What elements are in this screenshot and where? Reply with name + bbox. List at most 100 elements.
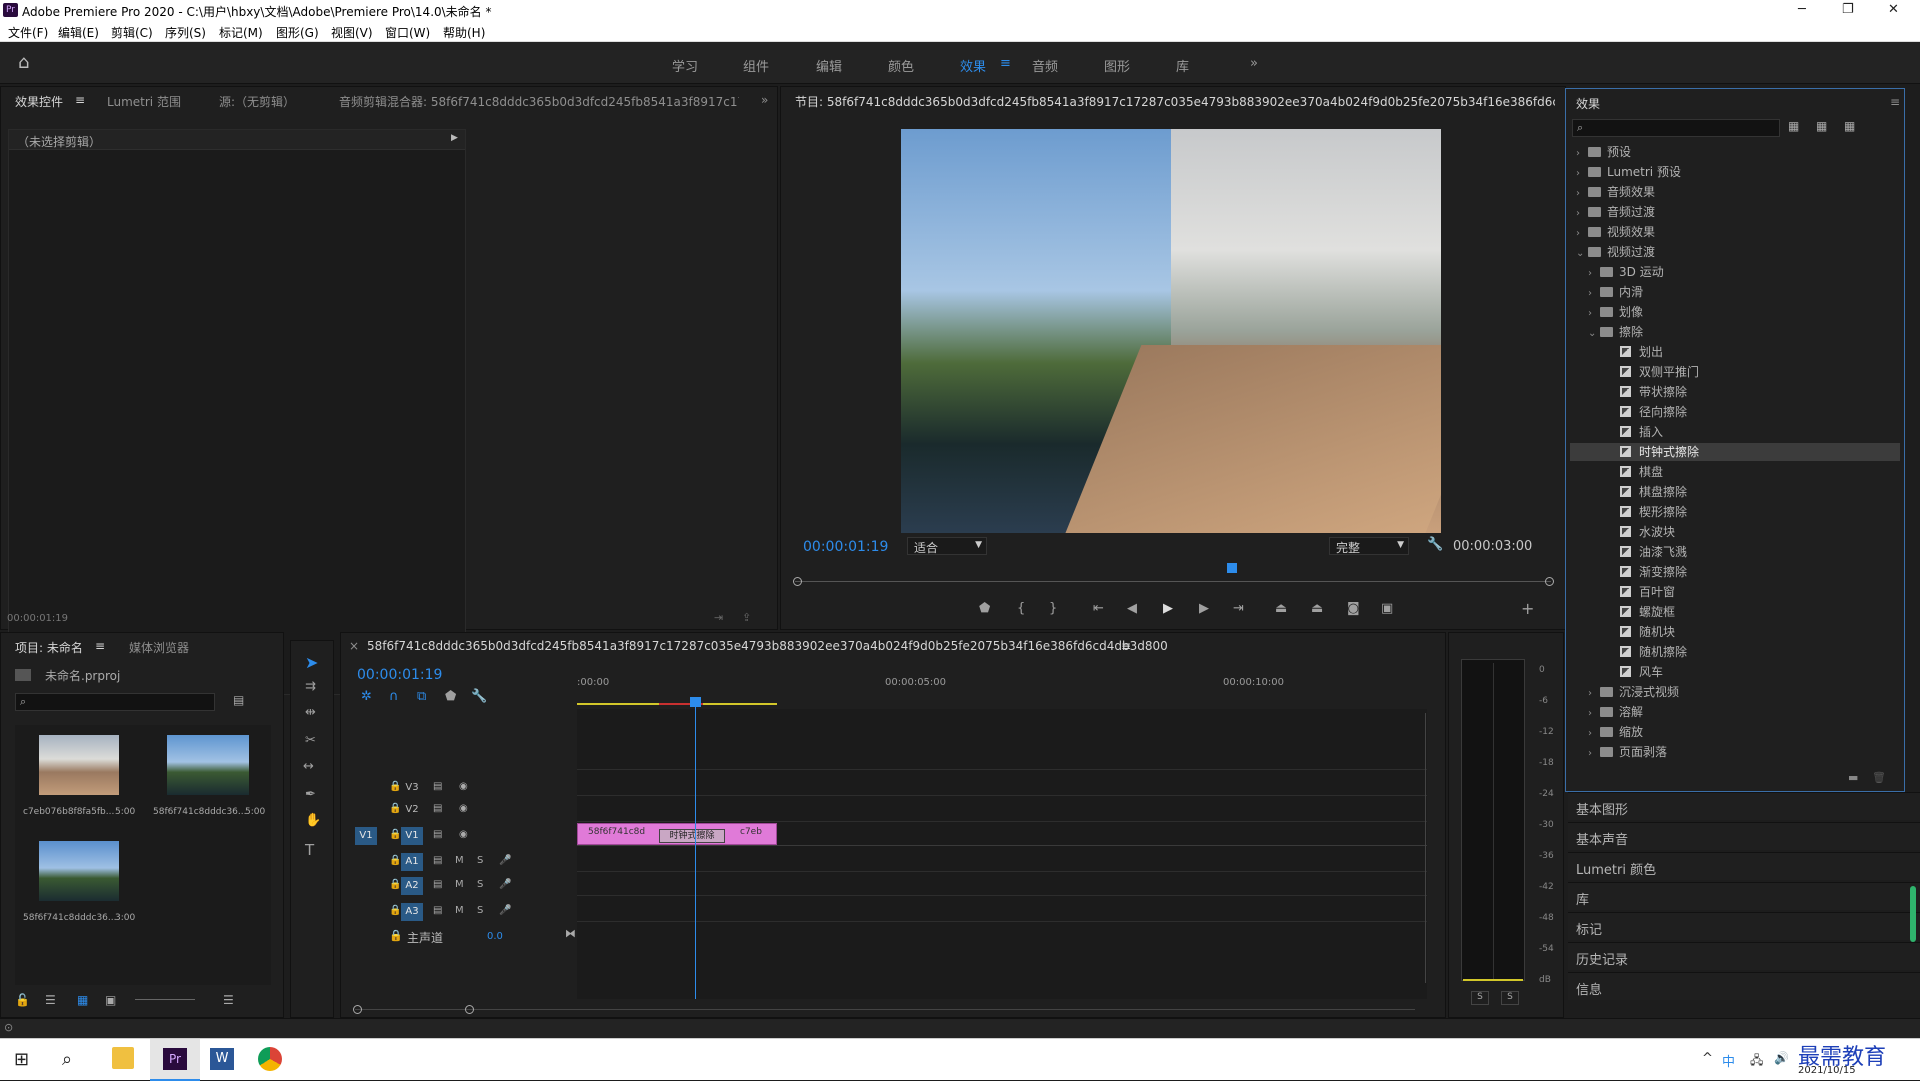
linked-selection-icon[interactable]: ⧉ [417, 689, 426, 704]
scroll-indicator[interactable] [1910, 886, 1916, 942]
track-label-v2[interactable]: V2 [401, 801, 423, 819]
effects-item[interactable]: 螺旋框 [1570, 603, 1900, 621]
sync-lock-icon[interactable]: ▤ [433, 855, 442, 866]
lock-icon[interactable]: 🔒 [389, 929, 403, 942]
ripple-edit-tool-icon[interactable]: ⇹ [305, 705, 316, 720]
home-icon[interactable]: ⌂ [18, 52, 29, 73]
eye-icon[interactable]: ◉ [459, 829, 468, 840]
panel-menu-icon[interactable]: ≡ [1890, 95, 1900, 109]
effects-folder[interactable]: › 音频效果 [1570, 183, 1900, 201]
new-bin-icon[interactable]: ▬ [1848, 771, 1858, 784]
tab-lumetri-scopes[interactable]: Lumetri 范围 [107, 93, 181, 110]
accelerated-effects-icon[interactable]: ▦ [1788, 119, 1799, 133]
play-only-icon[interactable]: ▶ [451, 133, 458, 143]
effects-item[interactable]: 随机擦除 [1570, 643, 1900, 661]
effects-item[interactable]: 时钟式擦除 [1570, 443, 1900, 461]
mark-out-icon[interactable]: } [1049, 601, 1057, 616]
sync-lock-icon[interactable]: ▤ [433, 781, 442, 792]
project-tab-menu-icon[interactable]: ≡ [95, 639, 105, 653]
chevron-right-icon[interactable]: › [1588, 748, 1600, 759]
zoom-slider[interactable] [135, 999, 195, 1000]
mute-button[interactable]: M [455, 879, 464, 890]
tab-menu-icon[interactable]: ≡ [75, 93, 85, 107]
program-title[interactable]: 节目: 58f6f741c8dddc365b0d3dfcd245fb8541a3… [795, 93, 1555, 110]
transition-clip[interactable]: 时钟式擦除 [659, 829, 725, 843]
section-libraries[interactable]: 库 [1568, 882, 1920, 910]
effects-item[interactable]: 划出 [1570, 343, 1900, 361]
workspace-menu-icon[interactable]: ≡ [1000, 56, 1011, 71]
effects-folder[interactable]: › 页面剥落 [1570, 743, 1900, 761]
effects-folder[interactable]: › 划像 [1570, 303, 1900, 321]
solo-button[interactable]: S [477, 879, 483, 890]
mute-button[interactable]: M [455, 855, 464, 866]
more-tabs-icon[interactable]: » [761, 93, 768, 107]
icon-view-icon[interactable]: ▦ [77, 993, 88, 1007]
close-sequence-icon[interactable]: × [349, 639, 359, 653]
solo-right-button[interactable]: S [1501, 991, 1519, 1005]
project-search-input[interactable]: ⌕ [15, 693, 215, 711]
track-label-a1[interactable]: A1 [401, 853, 423, 871]
program-timecode[interactable]: 00:00:01:19 [803, 539, 888, 555]
ime-label[interactable]: 中 [1722, 1051, 1735, 1070]
source-patch-v1[interactable]: V1 [355, 827, 377, 845]
eye-icon[interactable]: ◉ [459, 781, 468, 792]
chevron-right-icon[interactable]: › [1588, 708, 1600, 719]
menu-sequence[interactable]: 序列(S) [165, 24, 206, 41]
chevron-down-icon[interactable]: ⌄ [1588, 328, 1600, 339]
chevron-right-icon[interactable]: › [1588, 688, 1600, 699]
quality-dropdown[interactable]: 完整 ▼ [1329, 537, 1409, 555]
nest-icon[interactable]: ✲ [361, 689, 372, 704]
effects-item[interactable]: 棋盘 [1570, 463, 1900, 481]
tab-project[interactable]: 项目: 未命名 [15, 639, 83, 656]
filter-icon[interactable]: ⇥ [714, 611, 723, 624]
chrome-app-icon[interactable] [258, 1047, 282, 1071]
hand-tool-icon[interactable]: ✋ [305, 813, 321, 828]
track-label-a2[interactable]: A2 [401, 877, 423, 895]
chevron-right-icon[interactable]: › [1576, 208, 1588, 219]
32bit-effects-icon[interactable]: ▦ [1816, 119, 1827, 133]
close-icon[interactable]: ✕ [1888, 2, 1899, 17]
export-icon[interactable]: ⇪ [742, 611, 751, 624]
thumbnail-image[interactable] [39, 841, 119, 901]
chevron-right-icon[interactable]: › [1588, 268, 1600, 279]
list-view-icon[interactable]: ☰ [45, 993, 56, 1007]
sequence-menu-icon[interactable]: ≡ [1121, 639, 1131, 653]
track-area[interactable] [577, 709, 1427, 999]
chevron-right-icon[interactable]: › [1576, 228, 1588, 239]
effects-folder[interactable]: ⌄ 视频过渡 [1570, 243, 1900, 261]
step-back-icon[interactable]: ◀ [1127, 601, 1137, 616]
program-scrubber[interactable] [795, 581, 1551, 582]
lock-icon[interactable]: 🔒 [389, 879, 401, 890]
razor-tool-icon[interactable]: ✂ [305, 733, 316, 748]
chevron-right-icon[interactable]: › [1576, 148, 1588, 159]
type-tool-icon[interactable]: T [305, 841, 314, 859]
lock-icon[interactable]: 🔒 [389, 803, 401, 814]
tab-source[interactable]: 源:（无剪辑） [219, 93, 295, 110]
delete-icon[interactable]: 🗑 [1872, 771, 1886, 784]
solo-button[interactable]: S [477, 855, 483, 866]
button-editor-icon[interactable]: + [1521, 599, 1534, 618]
effects-folder[interactable]: › 预设 [1570, 143, 1900, 161]
master-volume[interactable]: 0.0 [487, 931, 503, 942]
go-to-out-icon[interactable]: ⇥ [1233, 601, 1244, 616]
tray-chevron-icon[interactable]: ^ [1702, 1051, 1713, 1066]
add-marker-icon[interactable]: ⬟ [445, 689, 456, 704]
menu-help[interactable]: 帮助(H) [443, 24, 485, 41]
effects-folder[interactable]: › 视频效果 [1570, 223, 1900, 241]
effects-folder[interactable]: › 3D 运动 [1570, 263, 1900, 281]
section-lumetri-color[interactable]: Lumetri 颜色 [1568, 852, 1920, 880]
section-info[interactable]: 信息 [1568, 972, 1920, 1000]
freeform-view-icon[interactable]: ▣ [105, 993, 116, 1007]
menu-file[interactable]: 文件(F) [8, 24, 48, 41]
zoom-handle-right[interactable] [465, 1005, 474, 1014]
voice-over-icon[interactable]: 🎤 [499, 879, 511, 890]
mark-in-icon[interactable]: { [1017, 601, 1025, 616]
tab-media-browser[interactable]: 媒体浏览器 [129, 639, 189, 656]
chevron-right-icon[interactable]: › [1576, 168, 1588, 179]
timeline-timecode[interactable]: 00:00:01:19 [357, 667, 442, 683]
menu-marker[interactable]: 标记(M) [219, 24, 263, 41]
compare-view-icon[interactable]: ▣ [1381, 601, 1393, 616]
effects-item[interactable]: 百叶窗 [1570, 583, 1900, 601]
effects-folder[interactable]: › 沉浸式视频 [1570, 683, 1900, 701]
network-icon[interactable]: 🖧 [1750, 1051, 1763, 1072]
